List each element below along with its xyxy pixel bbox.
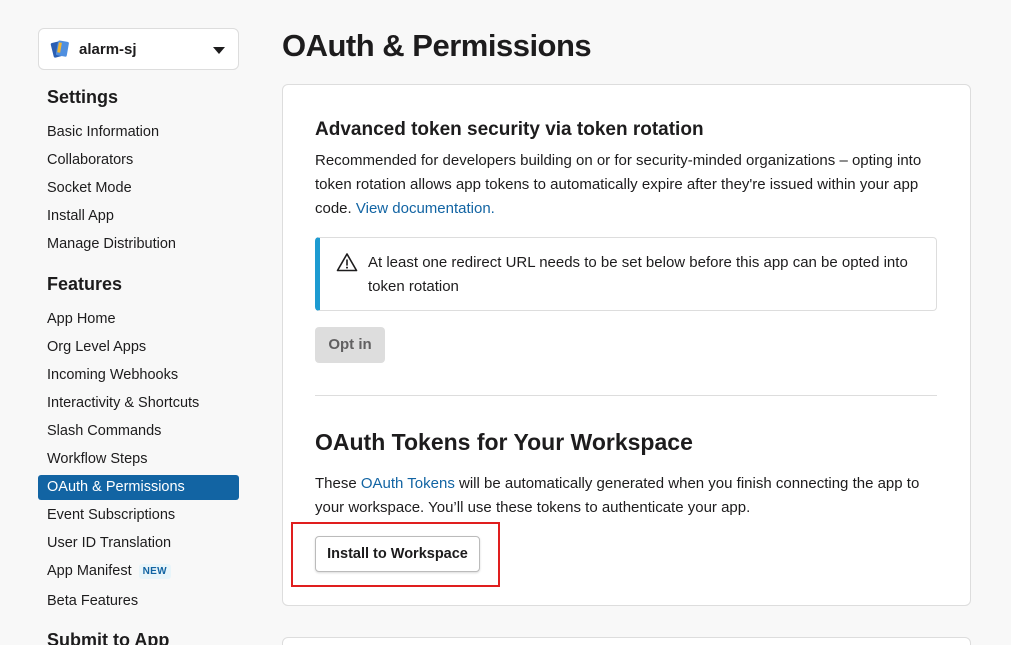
section-title-features: Features: [47, 274, 123, 294]
sidebar-item-manage-distribution[interactable]: Manage Distribution: [38, 232, 239, 257]
sidebar-item-app-home[interactable]: App Home: [38, 307, 239, 332]
sidebar-item-collaborators[interactable]: Collaborators: [38, 148, 239, 173]
oauth-tokens-description: These OAuth Tokens will be automatically…: [315, 472, 945, 520]
oauth-tokens-text-prefix: These: [315, 475, 357, 492]
sidebar-item-socket-mode[interactable]: Socket Mode: [38, 176, 239, 201]
sidebar-item-basic-information[interactable]: Basic Information: [38, 120, 239, 145]
sidebar-item-interactivity-shortcuts[interactable]: Interactivity & Shortcuts: [38, 391, 239, 416]
app-icon: [49, 38, 69, 60]
divider: [315, 395, 937, 396]
opt-in-button[interactable]: Opt in: [315, 327, 385, 363]
sidebar-item-install-app[interactable]: Install App: [38, 204, 239, 229]
token-rotation-heading: Advanced token security via token rotati…: [315, 119, 704, 140]
sidebar-item-label: App Manifest: [47, 563, 132, 579]
oauth-tokens-link[interactable]: OAuth Tokens: [361, 475, 455, 492]
view-documentation-link[interactable]: View documentation.: [356, 200, 495, 217]
section-title-submit: Submit to App: [47, 630, 170, 645]
sidebar-item-workflow-steps[interactable]: Workflow Steps: [38, 447, 239, 472]
app-name: alarm-sj: [79, 40, 137, 58]
sidebar-item-org-level-apps[interactable]: Org Level Apps: [38, 335, 239, 360]
sidebar-item-oauth-permissions[interactable]: OAuth & Permissions: [38, 475, 239, 500]
chevron-down-icon: [213, 47, 225, 54]
oauth-card: Advanced token security via token rotati…: [282, 84, 971, 606]
section-title-settings: Settings: [47, 87, 119, 107]
next-card: [282, 637, 971, 645]
new-badge: NEW: [138, 564, 171, 579]
sidebar-item-app-manifest[interactable]: App Manifest NEW: [38, 559, 239, 584]
sidebar-item-event-subscriptions[interactable]: Event Subscriptions: [38, 503, 239, 528]
warning-icon: [336, 252, 358, 277]
sidebar-item-beta-features[interactable]: Beta Features: [38, 589, 239, 614]
page-title: OAuth & Permissions: [282, 28, 592, 63]
sidebar-item-incoming-webhooks[interactable]: Incoming Webhooks: [38, 363, 239, 388]
sidebar: alarm-sj Settings Basic Information Coll…: [0, 0, 260, 645]
token-rotation-description: Recommended for developers building on o…: [315, 149, 945, 221]
warning-callout: At least one redirect URL needs to be se…: [315, 237, 937, 311]
warning-text: At least one redirect URL needs to be se…: [368, 254, 908, 295]
app-selector[interactable]: alarm-sj: [38, 28, 239, 70]
install-to-workspace-button[interactable]: Install to Workspace: [315, 536, 480, 572]
oauth-tokens-heading: OAuth Tokens for Your Workspace: [315, 429, 693, 455]
sidebar-item-user-id-translation[interactable]: User ID Translation: [38, 531, 239, 556]
sidebar-item-slash-commands[interactable]: Slash Commands: [38, 419, 239, 444]
